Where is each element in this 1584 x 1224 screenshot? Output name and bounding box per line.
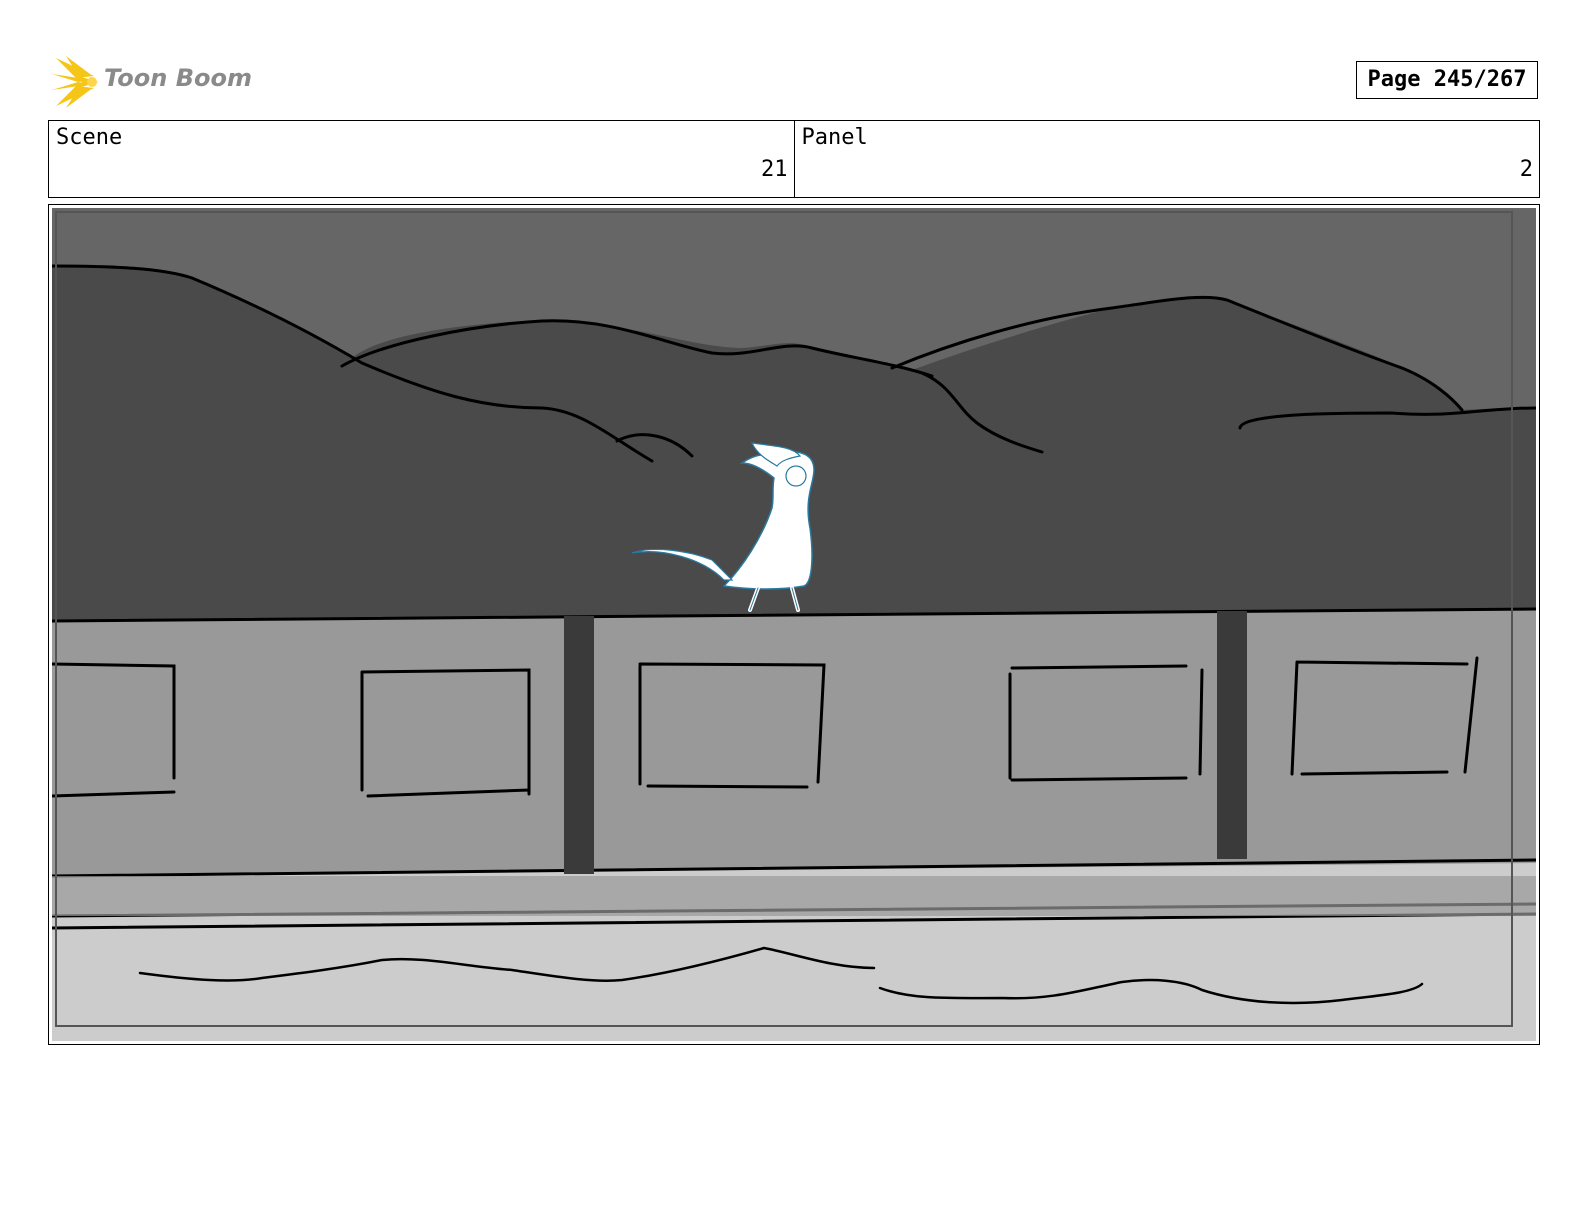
- scene-label: Scene: [56, 125, 123, 150]
- storyboard-panel: [48, 204, 1540, 1045]
- logo-text: Toon Boom: [104, 64, 252, 92]
- panel-cell: Panel 2: [793, 121, 1540, 197]
- pillar-right: [1217, 611, 1247, 859]
- panel-drawing: [52, 208, 1536, 1041]
- panel-number: 2: [1519, 157, 1533, 182]
- starburst-icon: [52, 56, 98, 108]
- scene-cell: Scene 21: [49, 121, 794, 197]
- pillar-left: [564, 616, 594, 874]
- page-number: Page 245/267: [1356, 61, 1538, 99]
- scene-panel-info: Scene 21 Panel 2: [48, 120, 1540, 198]
- panel-label: Panel: [801, 125, 868, 150]
- toon-boom-logo: Toon Boom: [52, 56, 252, 108]
- train-wall: [52, 608, 1536, 876]
- scene-number: 21: [761, 157, 788, 182]
